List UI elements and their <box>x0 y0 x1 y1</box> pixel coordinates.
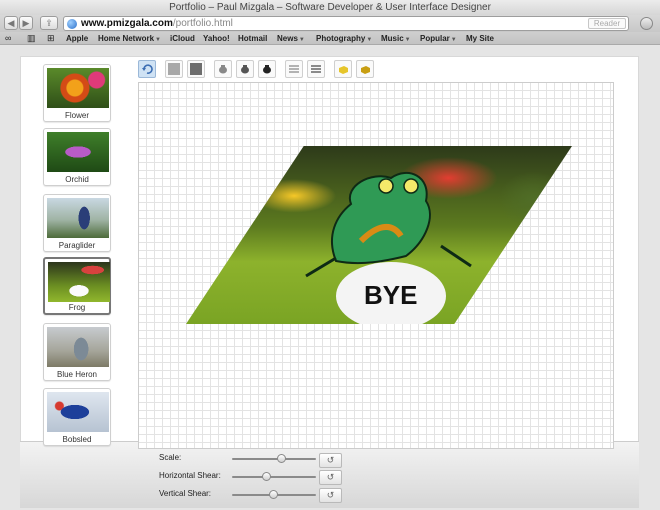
horizontal-shear-label: Horizontal Shear: <box>159 471 221 480</box>
gold-cube-icon <box>339 66 348 74</box>
coil-icon <box>311 65 321 73</box>
coil-dark-button[interactable] <box>307 60 325 78</box>
bookmark-hotmail[interactable]: Hotmail <box>238 32 267 45</box>
forward-button[interactable]: ▶ <box>19 16 33 30</box>
gallery-item-label: Bobsled <box>62 435 92 444</box>
coil-light-button[interactable] <box>285 60 303 78</box>
gray-fill-button[interactable] <box>165 60 183 78</box>
bookmark-photography[interactable]: Photography▼ <box>316 32 372 47</box>
gallery-item-label: Paraglider <box>58 241 96 250</box>
gallery-item-label: Frog <box>68 303 86 312</box>
window-title: Portfolio – Paul Mizgala – Software Deve… <box>0 0 660 15</box>
bookmark-home-network[interactable]: Home Network▼ <box>98 32 161 47</box>
vertical-shear-slider-knob[interactable] <box>269 490 278 499</box>
gallery-item-label: Orchid <box>65 175 89 184</box>
horizontal-shear-reset-button[interactable]: ↺ <box>319 470 342 485</box>
bookmark-apple[interactable]: Apple <box>66 32 88 45</box>
gold-cube-icon <box>361 66 370 74</box>
scale-reset-button[interactable]: ↺ <box>319 453 342 468</box>
gallery-item-label: Blue Heron <box>56 370 98 379</box>
browser-toolbar: ◀ ▶ ⇪ www.pmizgala.com/portfolio.html Re… <box>0 15 660 32</box>
top-sites-icon[interactable]: ⊞ <box>47 32 55 45</box>
teapot-icon <box>241 65 249 74</box>
undo-button[interactable] <box>138 60 156 78</box>
gallery-item-paraglider[interactable]: Paraglider <box>43 194 111 252</box>
teapot-icon <box>219 65 227 74</box>
undo-icon <box>142 64 153 74</box>
bobsled-thumbnail <box>47 392 109 432</box>
bookmarks-bar: ∞ ▥ ⊞ Apple Home Network▼ iCloud Yahoo! Hotm… <box>0 32 660 45</box>
scale-slider[interactable] <box>232 458 316 460</box>
sign-text: BYE <box>364 280 417 310</box>
bookmark-icloud[interactable]: iCloud <box>170 32 195 45</box>
bookmark-popular[interactable]: Popular▼ <box>420 32 457 47</box>
gray-square-icon <box>168 63 180 75</box>
dark-fill-button[interactable] <box>187 60 205 78</box>
gold-light-button[interactable] <box>334 60 352 78</box>
bookmark-music[interactable]: Music▼ <box>381 32 411 47</box>
teapot-medium-button[interactable] <box>236 60 254 78</box>
reader-button[interactable]: Reader <box>588 18 626 29</box>
back-button[interactable]: ◀ <box>4 16 18 30</box>
frog-thumbnail <box>48 262 110 302</box>
chevron-down-icon: ▼ <box>298 37 305 43</box>
reading-list-icon[interactable]: ∞ <box>5 32 11 45</box>
coil-icon <box>289 65 299 73</box>
orchid-thumbnail <box>47 132 109 172</box>
chevron-down-icon: ▼ <box>155 37 161 43</box>
gallery-item-bobsled[interactable]: Bobsled <box>43 388 111 446</box>
bookmark-news[interactable]: News▼ <box>277 32 305 47</box>
bookmark-yahoo[interactable]: Yahoo! <box>203 32 230 45</box>
horizontal-shear-slider[interactable] <box>232 476 316 478</box>
share-button[interactable]: ⇪ <box>40 16 58 30</box>
chevron-down-icon: ▼ <box>450 37 457 43</box>
dark-square-icon <box>190 63 202 75</box>
gallery-item-blue-heron[interactable]: Blue Heron <box>43 323 111 381</box>
paraglider-thumbnail <box>47 198 109 238</box>
vertical-shear-reset-button[interactable]: ↺ <box>319 488 342 503</box>
gold-dark-button[interactable] <box>356 60 374 78</box>
chevron-down-icon: ▼ <box>366 37 373 43</box>
gallery-item-frog[interactable]: Frog <box>43 257 111 315</box>
address-bar[interactable]: www.pmizgala.com/portfolio.html Reader <box>63 16 629 31</box>
bookmarks-icon[interactable]: ▥ <box>27 32 36 45</box>
gallery-item-label: Flower <box>64 111 89 120</box>
gallery-item-orchid[interactable]: Orchid <box>43 128 111 186</box>
gallery-item-flower[interactable]: Flower <box>43 64 111 122</box>
flower-thumbnail <box>47 68 109 108</box>
vertical-shear-label: Vertical Shear: <box>159 489 212 498</box>
scale-label: Scale: <box>159 453 182 462</box>
teapot-icon <box>263 65 271 74</box>
address-text: www.pmizgala.com/portfolio.html <box>81 18 233 29</box>
bookmark-my-site[interactable]: My Site <box>466 32 494 45</box>
teapot-dark-button[interactable] <box>258 60 276 78</box>
chevron-down-icon: ▼ <box>404 37 411 43</box>
downloads-icon[interactable] <box>640 17 653 30</box>
teapot-light-button[interactable] <box>214 60 232 78</box>
blue-heron-thumbnail <box>47 327 109 367</box>
globe-icon <box>67 19 77 29</box>
